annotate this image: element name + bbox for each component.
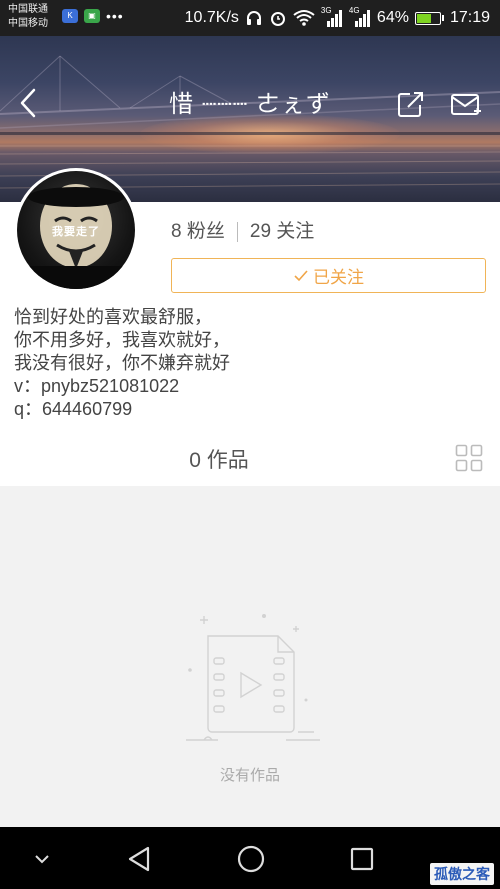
- profile-stats: 8 粉丝 29 关注: [171, 220, 314, 244]
- back-triangle-icon[interactable]: [126, 845, 152, 873]
- message-button[interactable]: [450, 92, 482, 118]
- battery-icon: [414, 11, 444, 25]
- profile-section: 我要走了 8 粉丝 29 关注 已关注 恰到好处的喜欢最舒服， 你不用多好，我喜…: [0, 168, 500, 486]
- followed-button[interactable]: 已关注: [171, 258, 486, 293]
- wifi-icon: [293, 10, 315, 26]
- follow-count: 29: [249, 221, 272, 242]
- alarm-icon: [270, 12, 285, 26]
- signal-4g-icon: 4G: [349, 6, 371, 28]
- battery-percent: 64%: [376, 9, 409, 26]
- wechat-icon: ▣: [84, 9, 100, 23]
- stats-divider: [236, 222, 238, 242]
- followed-label: 已关注: [313, 268, 364, 287]
- clock: 17:19: [449, 9, 490, 26]
- check-icon: [294, 269, 308, 281]
- works-count: 0 作品: [0, 444, 438, 474]
- avatar[interactable]: 我要走了: [14, 168, 138, 292]
- bio-line: q：644460799: [14, 399, 133, 419]
- works-label: 作品: [206, 449, 249, 472]
- avatar-caption: 我要走了: [52, 226, 100, 238]
- carrier-2: 中国移动: [8, 18, 48, 29]
- page-title: 惜 ┈┈┈ ㄜぇず: [169, 91, 331, 118]
- signal-3g-icon: 3G: [321, 6, 343, 28]
- fans-stat[interactable]: 8 粉丝: [171, 220, 225, 244]
- empty-works-area: 没有作品: [0, 486, 500, 827]
- home-circle-icon[interactable]: [236, 844, 266, 874]
- follow-stat[interactable]: 29 关注: [250, 220, 314, 244]
- follow-label: 关注: [276, 221, 315, 242]
- grid-view-icon[interactable]: [455, 444, 483, 472]
- recent-apps-icon[interactable]: [349, 846, 375, 872]
- share-button[interactable]: [396, 90, 424, 118]
- works-number: 0: [189, 449, 201, 472]
- profile-bio: 恰到好处的喜欢最舒服， 你不用多好，我喜欢就好， 我没有很好，你不嫌弃就好 v：…: [14, 306, 230, 421]
- network-speed: 10.7K/s: [184, 9, 239, 26]
- k-app-icon: K: [62, 9, 78, 23]
- fans-label: 粉丝: [186, 221, 225, 242]
- watermark-logo: 孤傲之客: [430, 863, 494, 885]
- empty-message: 没有作品: [219, 767, 280, 784]
- fans-count: 8: [171, 221, 182, 242]
- bio-line: 恰到好处的喜欢最舒服，: [14, 307, 212, 327]
- works-bar: 0 作品: [0, 434, 500, 486]
- chevron-down-icon[interactable]: [32, 853, 52, 865]
- system-nav-bar: 孤傲之客: [0, 827, 500, 889]
- bio-line: 我没有很好，你不嫌弃就好: [14, 353, 230, 373]
- status-bar: 中国联通 中国移动 K ▣ ••• 10.7K/s 3G 4G 64% 17:1…: [0, 0, 500, 36]
- more-notifications-icon: •••: [106, 8, 124, 24]
- bio-line: 你不用多好，我喜欢就好，: [14, 330, 230, 350]
- carrier-1: 中国联通: [8, 4, 48, 15]
- back-button[interactable]: [16, 86, 42, 120]
- headphone-icon: [246, 11, 261, 25]
- bio-line: v：pnybz521081022: [14, 376, 180, 396]
- empty-video-icon: [186, 614, 320, 741]
- carrier-info: 中国联通 中国移动: [8, 3, 48, 31]
